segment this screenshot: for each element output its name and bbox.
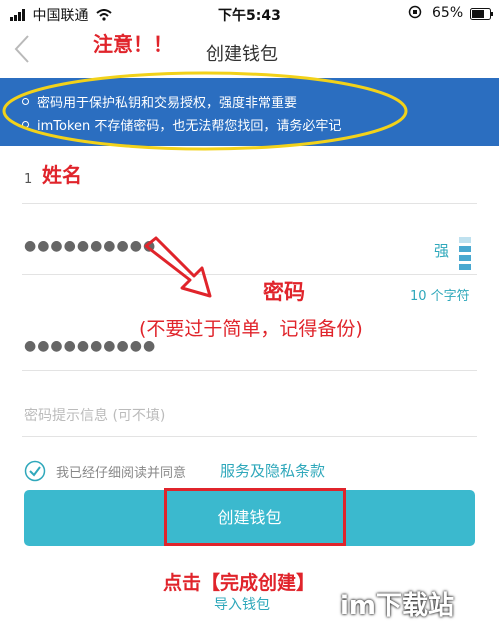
carrier-info: 中国联通: [10, 5, 112, 25]
annotation-password-note: (不要过于简单，记得备份): [139, 318, 363, 340]
import-wallet-link[interactable]: 导入钱包: [214, 594, 270, 614]
signal-icon: [10, 9, 25, 21]
strength-label: 强: [434, 242, 450, 260]
watermark: im下载站: [340, 591, 455, 621]
strength-bar-4: [459, 264, 471, 270]
check-icon[interactable]: [24, 460, 46, 486]
annotation-click: 点击【完成创建】: [163, 572, 316, 594]
name-field-underline: [22, 203, 477, 204]
annotation-name: 姓名: [42, 163, 82, 187]
terms-link[interactable]: 服务及隐私条款: [220, 460, 325, 481]
battery-percent: 65%: [432, 5, 464, 21]
carrier-name: 中国联通: [32, 8, 89, 24]
battery-icon: [470, 8, 494, 24]
wifi-icon: [96, 9, 112, 21]
status-bar: 中国联通 下午5:43 65%: [0, 0, 499, 28]
strength-bar-2: [459, 246, 471, 252]
name-field-value[interactable]: 1: [24, 172, 32, 187]
chevron-left-icon[interactable]: [14, 34, 30, 72]
agree-text: 我已经仔细阅读并同意: [56, 466, 187, 481]
rotation-lock-icon: [408, 5, 422, 23]
hint-field-underline: [22, 436, 477, 437]
char-count: 10 个字符: [410, 289, 470, 304]
status-time: 下午5:43: [218, 8, 281, 24]
annotation-password: 密码: [263, 280, 305, 304]
page-title: 创建钱包: [206, 44, 278, 65]
highlight-ellipse: [2, 71, 408, 151]
password-hint-input[interactable]: 密码提示信息 (可不填): [24, 405, 165, 425]
confirm-field-underline: [22, 370, 477, 371]
confirm-password-field[interactable]: ●●●●●●●●●●: [24, 338, 156, 354]
password-field[interactable]: ●●●●●●●●●●: [24, 238, 156, 254]
strength-bar-1: [459, 237, 471, 243]
highlight-box: [164, 488, 346, 546]
strength-bar-3: [459, 255, 471, 261]
arrow-icon: [144, 236, 212, 298]
annotation-attention: 注意！！: [93, 32, 173, 56]
password-field-underline: [22, 274, 477, 275]
